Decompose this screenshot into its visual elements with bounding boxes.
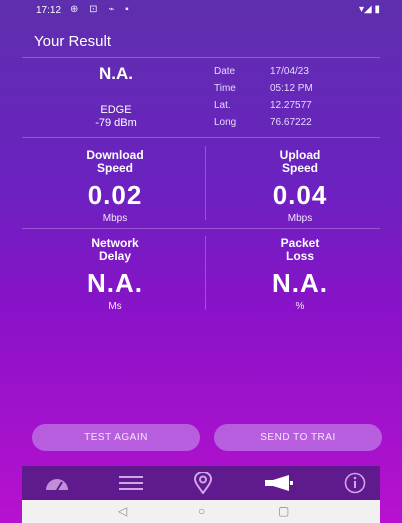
signal-strength: -79 dBm [95, 117, 137, 129]
loss-label-line2: Loss [285, 249, 314, 263]
divider [22, 228, 380, 229]
nav-item-complaint[interactable] [254, 466, 304, 500]
nav-item-info[interactable] [330, 466, 380, 500]
longitude-label: Long [214, 117, 237, 128]
back-icon[interactable]: ◁ [118, 504, 127, 518]
upload-label-line2: Speed [281, 161, 318, 175]
status-bar: 17:12 ⊕ ⊡ ⌁ ▪ ▾◢ ▮ [0, 0, 402, 22]
longitude-value: 76.67222 [270, 117, 312, 128]
time-label: Time [214, 83, 236, 94]
test-again-button[interactable]: TEST AGAIN [32, 424, 200, 451]
divider [22, 137, 380, 138]
list-icon [119, 476, 143, 490]
download-speed-unit: Mbps [102, 213, 128, 224]
upload-speed-unit: Mbps [287, 213, 313, 224]
divider [205, 146, 206, 220]
latitude-value: 12.27577 [270, 100, 312, 111]
packet-loss-panel: Packet Loss N.A. % [225, 237, 375, 313]
divider [205, 236, 206, 310]
nav-item-speed-test[interactable] [32, 466, 82, 500]
nav-item-map[interactable] [178, 466, 228, 500]
packet-loss-unit: % [295, 301, 305, 312]
date-label: Date [214, 66, 236, 77]
network-delay-unit: Ms [108, 301, 122, 312]
network-value: N.A. [99, 64, 133, 83]
status-signal-battery-icons: ▾◢ ▮ [359, 4, 380, 15]
time-value: 05:12 PM [270, 83, 313, 94]
network-delay-panel: Network Delay N.A. Ms [40, 237, 190, 313]
page-title: Your Result [34, 33, 111, 50]
system-nav-bar: ◁ ○ ▢ [22, 500, 380, 523]
divider [22, 57, 380, 58]
speedometer-icon [46, 479, 68, 491]
nav-item-history[interactable] [106, 466, 156, 500]
recents-icon[interactable]: ▢ [278, 504, 289, 518]
bottom-nav [22, 466, 380, 500]
download-label-line2: Speed [96, 161, 133, 175]
network-delay-value: N.A. [87, 268, 143, 298]
location-pin-icon [194, 472, 212, 494]
download-speed-value: 0.02 [87, 180, 143, 210]
megaphone-icon [265, 475, 293, 491]
download-speed-panel: Download Speed 0.02 Mbps [40, 149, 190, 225]
upload-speed-value: 0.04 [272, 180, 328, 210]
latitude-label: Lat. [214, 100, 231, 111]
status-notification-icons: ⊕ ⊡ ⌁ ▪ [70, 4, 133, 15]
date-value: 17/04/23 [270, 66, 309, 77]
send-to-trai-button[interactable]: SEND TO TRAI [214, 424, 382, 451]
upload-speed-panel: Upload Speed 0.04 Mbps [225, 149, 375, 225]
packet-loss-value: N.A. [272, 268, 328, 298]
status-time: 17:12 [36, 5, 62, 16]
delay-label-line2: Delay [98, 249, 132, 263]
home-icon[interactable]: ○ [198, 504, 205, 518]
network-type: EDGE [100, 104, 132, 116]
info-icon [344, 472, 366, 494]
